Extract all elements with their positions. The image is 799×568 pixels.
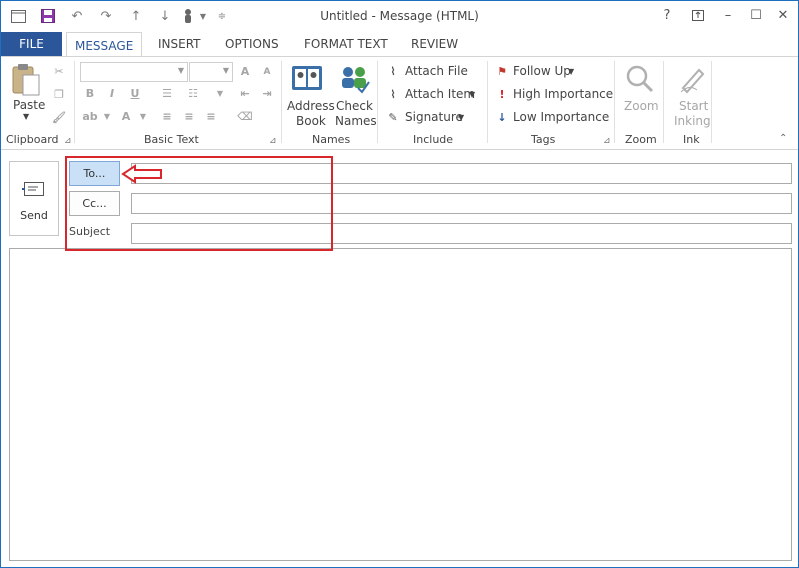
numbering-dropdown-icon[interactable]: ▼ [212, 85, 228, 101]
tags-launcher-icon[interactable]: ⊿ [603, 136, 611, 146]
follow-up-dropdown-icon[interactable]: ▼ [568, 67, 574, 76]
start-inking-label-line1[interactable]: Start [679, 99, 708, 113]
numbering-icon[interactable]: ☷ [185, 85, 201, 101]
clipboard-launcher-icon[interactable]: ⊿ [64, 136, 72, 146]
attach-item-icon[interactable]: ⌇ [385, 86, 401, 102]
align-right-icon[interactable]: ≡ [203, 108, 219, 124]
align-center-icon[interactable]: ≡ [181, 108, 197, 124]
tab-format-text[interactable]: FORMAT TEXT [304, 32, 388, 56]
paperclip-icon[interactable]: ⌇ [385, 63, 401, 79]
message-body[interactable] [9, 248, 792, 561]
send-button[interactable]: Send [9, 161, 59, 236]
tab-file[interactable]: FILE [1, 32, 62, 56]
address-book-icon[interactable] [291, 64, 323, 94]
chevron-down-icon: ▼ [222, 66, 229, 75]
grow-font-icon[interactable]: A [237, 63, 253, 79]
paste-button-label[interactable]: Paste [13, 98, 45, 112]
tab-message[interactable]: MESSAGE [66, 32, 143, 58]
group-label-include: Include [413, 133, 454, 146]
paste-icon[interactable] [9, 63, 45, 99]
align-left-icon[interactable]: ≡ [159, 108, 175, 124]
check-names-label-line1[interactable]: Check [336, 99, 373, 113]
font-color-dropdown-icon[interactable]: ▼ [135, 108, 151, 124]
copy-icon[interactable]: ❐ [51, 86, 67, 102]
italic-button[interactable]: I [104, 85, 120, 101]
cut-icon[interactable]: ✂ [51, 63, 67, 79]
flag-icon[interactable]: ⚑ [494, 63, 510, 79]
collapse-ribbon-icon[interactable]: ⌃ [779, 133, 787, 144]
address-book-label-line2[interactable]: Book [296, 114, 326, 128]
increase-indent-icon[interactable]: ⇥ [259, 85, 275, 101]
zoom-button-label[interactable]: Zoom [624, 99, 659, 113]
group-separator [281, 61, 282, 143]
attach-item-button[interactable]: Attach Item [405, 87, 475, 101]
check-names-icon[interactable] [338, 64, 370, 94]
window-title: Untitled - Message (HTML) [320, 9, 479, 23]
signature-icon[interactable]: ✎ [385, 109, 401, 125]
low-importance-button[interactable]: Low Importance [513, 110, 609, 124]
attach-item-dropdown-icon[interactable]: ▼ [469, 90, 475, 99]
envelope-icon [22, 180, 46, 198]
minimize-button[interactable]: – [717, 5, 739, 25]
shrink-font-icon[interactable]: A [259, 64, 275, 80]
highlight-color-icon[interactable]: ab [82, 108, 98, 124]
chevron-down-icon: ▼ [177, 66, 184, 75]
group-label-names: Names [312, 133, 351, 146]
decrease-indent-icon[interactable]: ⇤ [237, 85, 253, 101]
address-book-label-line1[interactable]: Address [287, 99, 335, 113]
group-separator [74, 61, 75, 143]
font-color-icon[interactable]: A [118, 108, 134, 124]
annotation-arrow-icon [121, 164, 163, 184]
title-bar: ↶ ↷ ↑ ↓ ▼ ≑ Untitled - Message (HTML) ? … [1, 1, 798, 31]
follow-up-button[interactable]: Follow Up [513, 64, 571, 78]
group-separator [377, 61, 378, 143]
check-names-label-line2[interactable]: Names [335, 114, 377, 128]
ribbon-tabs: FILE MESSAGE INSERT OPTIONS FORMAT TEXT … [1, 32, 798, 58]
zoom-icon[interactable] [625, 64, 655, 94]
bullets-icon[interactable]: ☰ [159, 85, 175, 101]
outlook-message-window: ↶ ↷ ↑ ↓ ▼ ≑ Untitled - Message (HTML) ? … [0, 0, 799, 568]
help-icon[interactable]: ? [656, 5, 678, 25]
font-name-dropdown[interactable]: ▼ [80, 62, 188, 82]
signature-dropdown-icon[interactable]: ▼ [458, 113, 464, 122]
signature-button[interactable]: Signature [405, 110, 463, 124]
basic-text-launcher-icon[interactable]: ⊿ [269, 136, 277, 146]
start-inking-label-line2[interactable]: Inking [674, 114, 711, 128]
group-separator [487, 61, 488, 143]
group-label-zoom: Zoom [625, 133, 657, 146]
group-separator [663, 61, 664, 143]
annotation-highlight-box [65, 156, 333, 251]
high-importance-icon[interactable]: ! [494, 86, 510, 102]
clear-formatting-icon[interactable]: ⌫ [237, 108, 253, 124]
close-button[interactable]: ✕ [772, 5, 794, 25]
group-label-clipboard: Clipboard [6, 133, 59, 146]
high-importance-button[interactable]: High Importance [513, 87, 613, 101]
tab-insert[interactable]: INSERT [158, 32, 201, 56]
maximize-button[interactable]: ☐ [745, 5, 767, 25]
pen-icon[interactable] [677, 64, 707, 94]
group-separator [711, 61, 712, 143]
ribbon: Paste ▼ ✂ ❐ 🖌 Clipboard ⊿ ▼ ▼ A A ☰ ☷ ▼ … [1, 56, 798, 150]
paste-dropdown-icon[interactable]: ▼ [23, 112, 29, 121]
group-label-tags: Tags [531, 133, 556, 146]
group-label-ink: Ink [683, 133, 700, 146]
highlight-dropdown-icon[interactable]: ▼ [99, 108, 115, 124]
tab-review[interactable]: REVIEW [411, 32, 458, 56]
bold-button[interactable]: B [82, 85, 98, 101]
font-size-dropdown[interactable]: ▼ [189, 62, 233, 82]
group-label-basic-text: Basic Text [144, 133, 199, 146]
ribbon-display-options-icon[interactable] [687, 5, 709, 25]
group-separator [614, 61, 615, 143]
low-importance-icon[interactable]: ↓ [494, 109, 510, 125]
tab-options[interactable]: OPTIONS [225, 32, 279, 56]
attach-file-button[interactable]: Attach File [405, 64, 468, 78]
send-label: Send [20, 209, 48, 222]
format-painter-icon[interactable]: 🖌 [51, 109, 67, 125]
underline-button[interactable]: U [127, 85, 143, 101]
